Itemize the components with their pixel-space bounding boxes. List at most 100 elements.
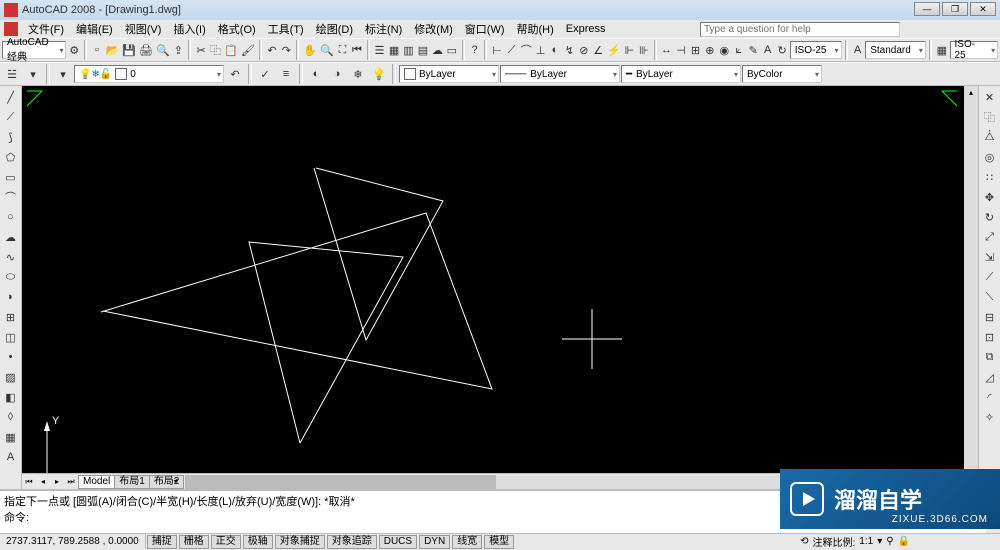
move-icon[interactable]: ✥ [981,188,999,206]
layer-states-icon[interactable]: ▾ [23,64,43,84]
plot-icon[interactable]: 🖨 [138,40,154,60]
tab-layout2[interactable]: 布局2 [149,475,185,489]
insertblock-icon[interactable]: ⊞ [2,308,20,326]
menu-modify[interactable]: 修改(M) [408,21,459,37]
open-icon[interactable]: 📂 [105,40,121,60]
gradient-icon[interactable]: ◧ [2,388,20,406]
copy-icon[interactable]: ⿻ [209,40,222,60]
xline-icon[interactable]: ⟋ [2,108,20,126]
snap-toggle[interactable]: 捕捉 [147,535,177,549]
workspace-combo[interactable]: AutoCAD 经典 [2,41,66,59]
polygon-icon[interactable]: ⬠ [2,148,20,166]
plotstyle-combo[interactable]: ByColor [742,65,822,83]
fillet-icon[interactable]: ◜ [981,388,999,406]
point-icon[interactable]: • [2,348,20,366]
zoom-win-icon[interactable]: ⛶ [336,40,349,60]
dim-quick-icon[interactable]: ⚡ [606,40,622,60]
menu-view[interactable]: 视图(V) [119,21,168,37]
menu-window[interactable]: 窗口(W) [459,21,511,37]
hatch-icon[interactable]: ▨ [2,368,20,386]
rectangle-icon[interactable]: ▭ [2,168,20,186]
menu-edit[interactable]: 编辑(E) [70,21,119,37]
menu-dim[interactable]: 标注(N) [359,21,408,37]
erase-icon[interactable]: ✕ [981,88,999,106]
lwt-toggle[interactable]: 线宽 [452,535,482,549]
dim-base-icon[interactable]: ⊩ [623,40,636,60]
mtext-icon[interactable]: A [2,448,20,466]
workspace-settings-icon[interactable]: ⚙ [67,40,80,60]
inspect-icon[interactable]: ◉ [718,40,731,60]
extend-icon[interactable]: ⟍ [981,288,999,306]
design-center-icon[interactable]: ▦ [387,40,400,60]
break-icon[interactable]: ⊡ [981,328,999,346]
dyn-toggle[interactable]: DYN [419,535,450,549]
pan-icon[interactable]: ✋ [302,40,318,60]
dim-linear-icon[interactable]: ⊢ [490,40,503,60]
dim-ang-icon[interactable]: ∠ [592,40,605,60]
tablestyle-icon[interactable]: ▦ [935,40,948,60]
menu-draw[interactable]: 绘图(D) [310,21,359,37]
save-icon[interactable]: 💾 [121,40,137,60]
layer-iso-icon[interactable]: ◐ [306,64,326,84]
zoom-rt-icon[interactable]: 🔍 [319,40,335,60]
layer-match-icon[interactable]: ≡ [276,64,296,84]
offset-icon[interactable]: ◎ [981,148,999,166]
dim-cont-icon[interactable]: ⊪ [637,40,650,60]
ducs-toggle[interactable]: DUCS [379,535,417,549]
tab-prev-icon[interactable]: ◂ [36,477,50,486]
layer-filter-icon[interactable]: ▾ [53,64,73,84]
pline-icon[interactable]: ⟆ [2,128,20,146]
textstyle-combo[interactable]: Standard [865,41,926,59]
chamfer-icon[interactable]: ◿ [981,368,999,386]
polar-toggle[interactable]: 极轴 [243,535,273,549]
markup-icon[interactable]: ☁ [431,40,444,60]
arc-icon[interactable]: ⌒ [2,188,20,206]
annoscale-icon[interactable]: ⟲ [800,536,808,547]
undo-icon[interactable]: ↶ [265,40,278,60]
rotate-icon[interactable]: ↻ [981,208,999,226]
scroll-up-icon[interactable]: ▴ [964,86,978,100]
dim-aligned-icon[interactable]: ⟋ [505,40,518,60]
line-icon[interactable]: ╱ [2,88,20,106]
tab-next-icon[interactable]: ▸ [50,477,64,486]
color-combo[interactable]: ByLayer [399,65,499,83]
sheetset-icon[interactable]: ▤ [416,40,429,60]
scale-icon[interactable]: ⤢ [981,228,999,246]
menu-tools[interactable]: 工具(T) [262,21,310,37]
menu-express[interactable]: Express [560,23,612,35]
help-icon[interactable]: ? [468,40,481,60]
help-search-input[interactable] [700,22,900,37]
matchprop-icon[interactable]: 🖌 [240,40,256,60]
join-icon[interactable]: ⧉ [981,348,999,366]
dim-ord-icon[interactable]: ⊥ [534,40,547,60]
ellipsearc-icon[interactable]: ◗ [2,288,20,306]
cut-icon[interactable]: ✂ [194,40,207,60]
ortho-toggle[interactable]: 正交 [211,535,241,549]
layer-props-icon[interactable]: ☱ [2,64,22,84]
dimupdate-icon[interactable]: ↻ [775,40,788,60]
drawing-canvas[interactable]: Y X [22,86,964,473]
array-icon[interactable]: ∷ [981,168,999,186]
spline-icon[interactable]: ∿ [2,248,20,266]
tab-last-icon[interactable]: ⏭ [64,477,78,487]
layer-combo[interactable]: 💡❄🔓 0 [74,65,224,83]
menu-format[interactable]: 格式(O) [212,21,262,37]
dimstyle-combo[interactable]: ISO-25 [790,41,842,59]
model-toggle[interactable]: 模型 [484,535,514,549]
dim-rad-icon[interactable]: ◐ [548,40,561,60]
makeblock-icon[interactable]: ◫ [2,328,20,346]
jogline-icon[interactable]: ⟀ [732,40,745,60]
quickcalc-icon[interactable]: ▭ [445,40,458,60]
dim-space-icon[interactable]: ↔ [660,40,673,60]
dim-arc-icon[interactable]: ⌒ [519,40,532,60]
stretch-icon[interactable]: ⇲ [981,248,999,266]
annoscale-dropdown-icon[interactable]: ▾ [877,536,882,547]
annoscale-value[interactable]: 1:1 [859,536,873,547]
paste-icon[interactable]: 📋 [223,40,239,60]
linetype-combo[interactable]: ───ByLayer [500,65,620,83]
tool-palettes-icon[interactable]: ▥ [402,40,415,60]
tab-layout1[interactable]: 布局1 [114,475,150,489]
dim-jog-icon[interactable]: ↯ [563,40,576,60]
doc-close-button[interactable]: ✕ [970,2,996,16]
properties-icon[interactable]: ☰ [373,40,386,60]
